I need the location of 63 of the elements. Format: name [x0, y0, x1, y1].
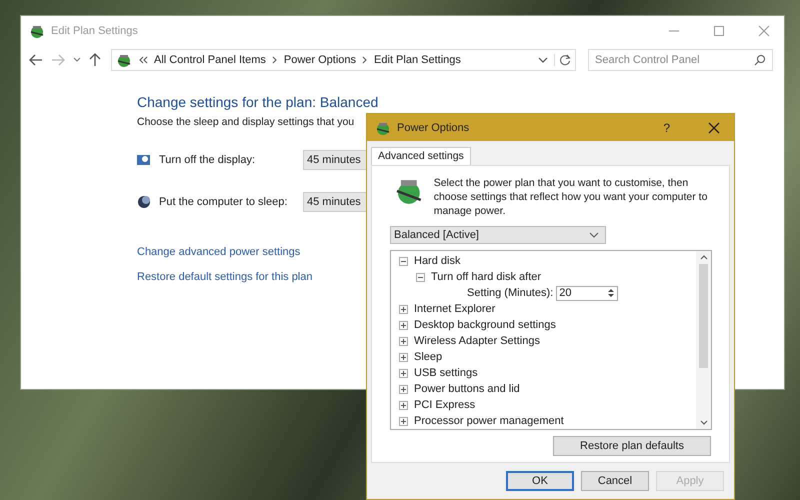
tree-item[interactable]: Sleep: [414, 351, 442, 363]
window-title: Edit Plan Settings: [51, 25, 138, 37]
up-arrow-icon[interactable]: [89, 53, 101, 67]
dropdown-caret-icon: [589, 232, 599, 238]
scroll-up-icon: [700, 254, 708, 260]
restore-defaults-button[interactable]: Restore plan defaults: [553, 436, 711, 456]
tree-item[interactable]: USB settings: [414, 367, 478, 379]
plus-icon[interactable]: [399, 400, 408, 410]
close-icon[interactable]: [708, 122, 720, 134]
tab[interactable]: Advanced settings: [371, 147, 471, 165]
dialog-button[interactable]: Cancel: [581, 471, 649, 491]
scroll-thumb[interactable]: [699, 264, 708, 368]
breadcrumb-item[interactable]: All Control Panel Items: [154, 54, 266, 66]
tree-item[interactable]: Internet Explorer: [414, 303, 496, 315]
plus-icon[interactable]: [399, 304, 408, 314]
chevron-right-icon: [272, 56, 278, 64]
scrollbar[interactable]: [696, 251, 711, 429]
tree-item[interactable]: Hard disk: [414, 255, 460, 267]
tree-item[interactable]: Processor power management: [414, 415, 564, 427]
moon-icon: [137, 195, 151, 209]
help-button[interactable]: ?: [663, 120, 670, 134]
breadcrumb-item[interactable]: Edit Plan Settings: [374, 54, 461, 66]
dropdown-caret-icon[interactable]: [73, 57, 81, 63]
dialog-button[interactable]: OK: [506, 471, 574, 491]
plan-description: Select the power plan that you want to customise, then choose settings that reflect how you want your computer to manage power.: [434, 176, 708, 218]
plus-icon[interactable]: [399, 336, 408, 346]
plus-icon[interactable]: [399, 416, 408, 426]
plus-icon[interactable]: [399, 384, 408, 394]
setting-label: Put the computer to sleep:: [159, 196, 288, 208]
tree-item[interactable]: Turn off hard disk after: [431, 271, 542, 283]
minus-icon[interactable]: [399, 256, 408, 266]
page-description: Choose the sleep and display settings that you: [137, 116, 354, 128]
dropdown-caret-icon[interactable]: [538, 57, 548, 63]
plus-icon[interactable]: [399, 368, 408, 378]
plus-icon[interactable]: [399, 320, 408, 330]
setting-label: Turn off the display:: [159, 154, 256, 166]
dialog-title: Power Options: [397, 122, 470, 134]
time-dropdown[interactable]: 45 minutes: [303, 192, 367, 212]
search-icon[interactable]: [754, 54, 766, 66]
spinner-arrows-icon: [607, 287, 616, 299]
maximize-icon[interactable]: [713, 25, 725, 37]
address-bar[interactable]: All Control Panel Items Power Options Edit Plan Settings: [111, 49, 576, 71]
time-dropdown[interactable]: 45 minutes: [303, 150, 367, 170]
overflow-chevron-icon[interactable]: [138, 56, 148, 64]
chevron-right-icon: [362, 56, 368, 64]
breadcrumb-item[interactable]: Power Options: [284, 54, 356, 66]
power-plan-icon: [29, 23, 45, 39]
link[interactable]: Restore default settings for this plan: [137, 271, 312, 283]
minus-icon[interactable]: [416, 272, 425, 282]
scroll-down-icon: [700, 420, 708, 426]
tree-item[interactable]: Wireless Adapter Settings: [414, 335, 540, 347]
minutes-field[interactable]: 20: [556, 286, 618, 300]
back-arrow-icon[interactable]: [29, 54, 43, 66]
page-heading: Change settings for the plan: Balanced: [137, 94, 378, 110]
tree-item[interactable]: Power buttons and lid: [414, 383, 520, 395]
setting-label: Setting (Minutes):: [467, 287, 554, 299]
plus-icon[interactable]: [399, 352, 408, 362]
tree-item[interactable]: PCI Express: [414, 399, 476, 411]
tree-item[interactable]: Desktop background settings: [414, 319, 556, 331]
refresh-icon[interactable]: [554, 54, 571, 66]
plan-dropdown[interactable]: Balanced [Active]: [390, 226, 606, 244]
link[interactable]: Change advanced power settings: [137, 246, 312, 258]
search-field[interactable]: Search Control Panel: [588, 49, 773, 71]
